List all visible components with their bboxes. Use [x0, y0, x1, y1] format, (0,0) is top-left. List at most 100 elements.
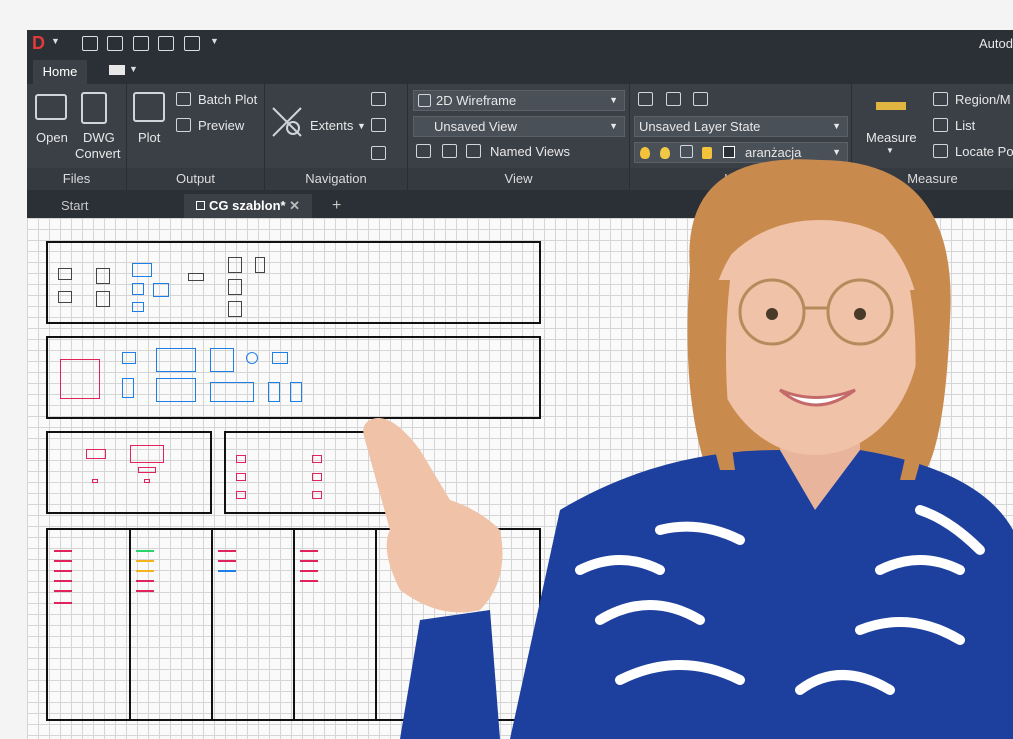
drawing-symbol	[60, 359, 100, 399]
extents-icon[interactable]	[271, 106, 305, 140]
chevron-down-icon: ▼	[609, 95, 618, 105]
customize-chevron-icon[interactable]: ▼	[210, 36, 219, 46]
current-layer-dropdown[interactable]: aranżacja ▼	[634, 142, 848, 163]
workspace-chevron-icon[interactable]: ▼	[129, 64, 138, 74]
box-icon[interactable]	[442, 144, 457, 158]
drawing-symbol	[246, 352, 258, 364]
drawing-symbol	[153, 283, 169, 297]
drawing-symbol	[312, 455, 322, 463]
drawing-symbol	[58, 268, 72, 280]
document-tabs: Start CG szablon* ✕ +	[27, 190, 1013, 218]
open-folder-icon[interactable]	[82, 36, 98, 51]
list-icon[interactable]	[933, 118, 948, 132]
drawing-frame-sanitary	[46, 336, 541, 419]
workspace-icon[interactable]	[109, 65, 125, 75]
print-icon[interactable]	[133, 36, 149, 51]
preview-button[interactable]: Preview	[198, 118, 244, 133]
layer-state-value: Unsaved Layer State	[639, 119, 761, 134]
tab-start[interactable]: Start	[49, 194, 169, 218]
open-icon[interactable]	[35, 94, 67, 120]
pan-icon[interactable]	[371, 92, 386, 106]
dwg-convert-button-line1[interactable]: DWG	[83, 130, 115, 145]
legend-line	[54, 550, 72, 552]
batch-plot-button[interactable]: Batch Plot	[198, 92, 257, 107]
app-logo[interactable]: D	[32, 33, 48, 53]
drawing-symbol	[92, 479, 98, 483]
named-views-button[interactable]: Named Views	[490, 144, 570, 159]
drawing-symbol	[312, 473, 322, 481]
orbit-icon[interactable]	[371, 118, 386, 132]
legend-line	[54, 602, 72, 604]
current-layer-value: aranżacja	[745, 145, 802, 160]
dwg-convert-icon[interactable]	[81, 92, 107, 124]
drawing-symbol	[144, 479, 150, 483]
extents-button[interactable]: Extents	[310, 118, 353, 133]
measure-icon[interactable]	[876, 102, 906, 110]
tab-home[interactable]: Home	[33, 60, 87, 84]
list-button[interactable]: List	[955, 118, 975, 133]
drawing-symbol	[228, 279, 242, 295]
layer-state-icon[interactable]	[666, 92, 681, 106]
legend-line	[218, 570, 236, 572]
locate-icon[interactable]	[933, 144, 948, 158]
output-panel-title: Output	[127, 168, 264, 190]
drawing-frame-legend	[46, 528, 541, 721]
named-views-icon[interactable]	[466, 144, 481, 158]
drawing-symbol	[210, 382, 254, 402]
drawing-symbol	[122, 378, 134, 398]
layer-properties-icon[interactable]	[638, 92, 653, 106]
legend-divider	[293, 530, 295, 719]
open-button[interactable]: Open	[36, 130, 68, 145]
drawing-symbol	[210, 348, 234, 372]
drawing-symbol	[86, 449, 106, 459]
navigation-panel-title: Navigation	[265, 168, 407, 190]
legend-line	[54, 570, 72, 572]
drawing-symbol	[122, 352, 136, 364]
measure-button[interactable]: Measure	[866, 130, 917, 145]
plot-button[interactable]: Plot	[138, 130, 160, 145]
preview-icon[interactable]	[184, 36, 200, 51]
dwg-convert-button-line2[interactable]: Convert	[75, 146, 121, 161]
layer-color-swatch	[723, 146, 735, 158]
ribbon-tab-row: Home ▼	[27, 58, 1013, 84]
tab-cg-szablon[interactable]: CG szablon* ✕	[184, 194, 312, 218]
drawing-symbol	[138, 467, 156, 473]
chevron-down-icon: ▼	[832, 121, 841, 131]
drawing-frame-kitchen	[46, 241, 541, 324]
cube-icon[interactable]	[416, 144, 431, 158]
layer-state-dropdown[interactable]: Unsaved Layer State ▼	[634, 116, 848, 137]
drawing-symbol	[130, 445, 164, 463]
layer-on-icon	[640, 147, 650, 159]
saved-view-dropdown[interactable]: Unsaved View ▼	[413, 116, 625, 137]
measure-panel: Measure ▼ Region/M List Locate Po Measur…	[852, 84, 1013, 190]
output-panel: Plot Batch Plot Preview Output	[127, 84, 265, 190]
batch-plot-icon[interactable]	[176, 92, 191, 106]
region-button[interactable]: Region/M	[955, 92, 1011, 107]
batch-print-icon[interactable]	[158, 36, 174, 51]
drawing-symbol	[236, 491, 246, 499]
layers-panel-title: Layer	[630, 168, 851, 190]
visual-style-dropdown[interactable]: 2D Wireframe ▼	[413, 90, 625, 111]
legend-divider	[211, 530, 213, 719]
measure-chevron-icon[interactable]: ▼	[886, 146, 894, 155]
legend-divider	[129, 530, 131, 719]
new-tab-button[interactable]: +	[320, 194, 341, 218]
layer-match-icon[interactable]	[693, 92, 708, 106]
view-panel-title: View	[408, 168, 629, 190]
close-icon[interactable]: ✕	[289, 194, 300, 218]
layer-freeze-icon	[660, 147, 670, 159]
legend-line	[136, 550, 154, 552]
locate-button[interactable]: Locate Po	[955, 144, 1013, 159]
preview-icon[interactable]	[176, 118, 191, 132]
drawing-symbol	[132, 302, 144, 312]
plot-icon[interactable]	[133, 92, 165, 122]
save-icon[interactable]	[107, 36, 123, 51]
extents-chevron-icon[interactable]: ▼	[357, 121, 366, 131]
steering-wheel-icon[interactable]	[371, 146, 386, 160]
drawing-symbol	[156, 378, 196, 402]
drawing-canvas[interactable]	[27, 218, 1013, 739]
drawing-symbol	[236, 473, 246, 481]
region-icon[interactable]	[933, 92, 948, 106]
legend-line	[218, 560, 236, 562]
app-menu-chevron-icon[interactable]: ▼	[51, 36, 60, 46]
